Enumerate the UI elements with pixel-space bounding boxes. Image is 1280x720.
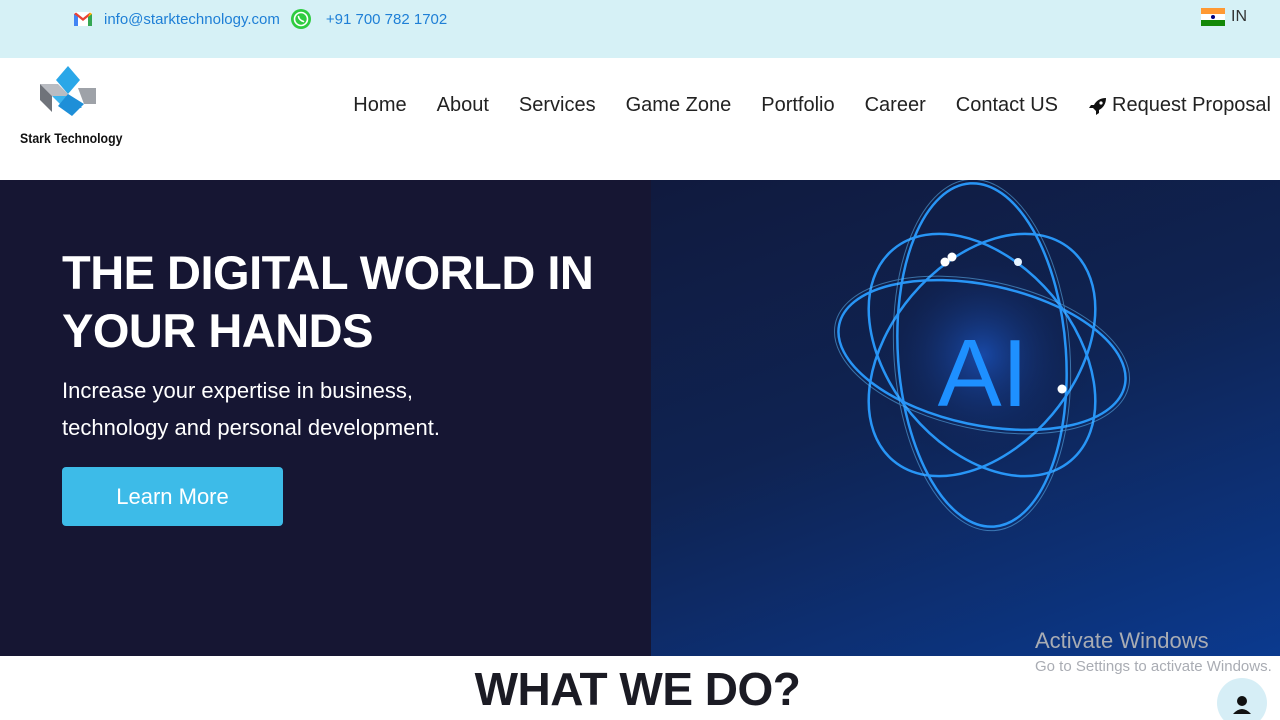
phone-link[interactable]: +91 700 782 1702 bbox=[326, 11, 447, 28]
nav-request-proposal[interactable]: Request Proposal bbox=[1088, 94, 1271, 117]
support-chat-button[interactable] bbox=[1217, 678, 1267, 720]
user-icon bbox=[1233, 696, 1251, 714]
india-flag-icon bbox=[1201, 8, 1225, 26]
nav-request-proposal-label: Request Proposal bbox=[1112, 94, 1271, 116]
nav-game-zone[interactable]: Game Zone bbox=[626, 94, 732, 117]
contact-info: info@starktechnology.com +91 700 782 170… bbox=[72, 8, 447, 30]
nav-portfolio[interactable]: Portfolio bbox=[761, 94, 834, 117]
main-nav: Home About Services Game Zone Portfolio … bbox=[323, 94, 1271, 117]
logo-text: Stark Technology bbox=[20, 130, 123, 146]
gmail-icon[interactable] bbox=[72, 8, 94, 30]
language-label: IN bbox=[1231, 8, 1247, 25]
nav-contact-us[interactable]: Contact US bbox=[956, 94, 1058, 117]
top-contact-bar: info@starktechnology.com +91 700 782 170… bbox=[0, 0, 1280, 58]
whatsapp-icon[interactable] bbox=[290, 8, 312, 30]
windows-activation-watermark: Activate Windows Go to Settings to activ… bbox=[1035, 628, 1272, 675]
nav-services[interactable]: Services bbox=[519, 94, 596, 117]
nav-career[interactable]: Career bbox=[865, 94, 926, 117]
hero-title: THE DIGITAL WORLD IN YOUR HANDS bbox=[62, 246, 594, 357]
hero-section: THE DIGITAL WORLD IN YOUR HANDS Increase… bbox=[0, 180, 1280, 656]
ai-text: AI bbox=[938, 320, 1029, 427]
ai-atom-illustration: AI bbox=[833, 180, 1131, 532]
email-link[interactable]: info@starktechnology.com bbox=[104, 11, 280, 28]
site-logo[interactable]: Stark Technology bbox=[18, 62, 122, 154]
nav-home[interactable]: Home bbox=[353, 94, 406, 117]
logo-mark-icon bbox=[40, 66, 96, 116]
watermark-line-2: Go to Settings to activate Windows. bbox=[1035, 658, 1272, 675]
learn-more-button[interactable]: Learn More bbox=[62, 467, 283, 526]
language-selector[interactable]: IN bbox=[1201, 8, 1247, 26]
hero-subtitle: Increase your expertise in business, tec… bbox=[62, 378, 440, 440]
nav-about[interactable]: About bbox=[437, 94, 489, 117]
watermark-line-1: Activate Windows bbox=[1035, 628, 1209, 653]
rocket-icon bbox=[1089, 97, 1107, 115]
site-header: Stark Technology Home About Services Gam… bbox=[0, 58, 1280, 180]
